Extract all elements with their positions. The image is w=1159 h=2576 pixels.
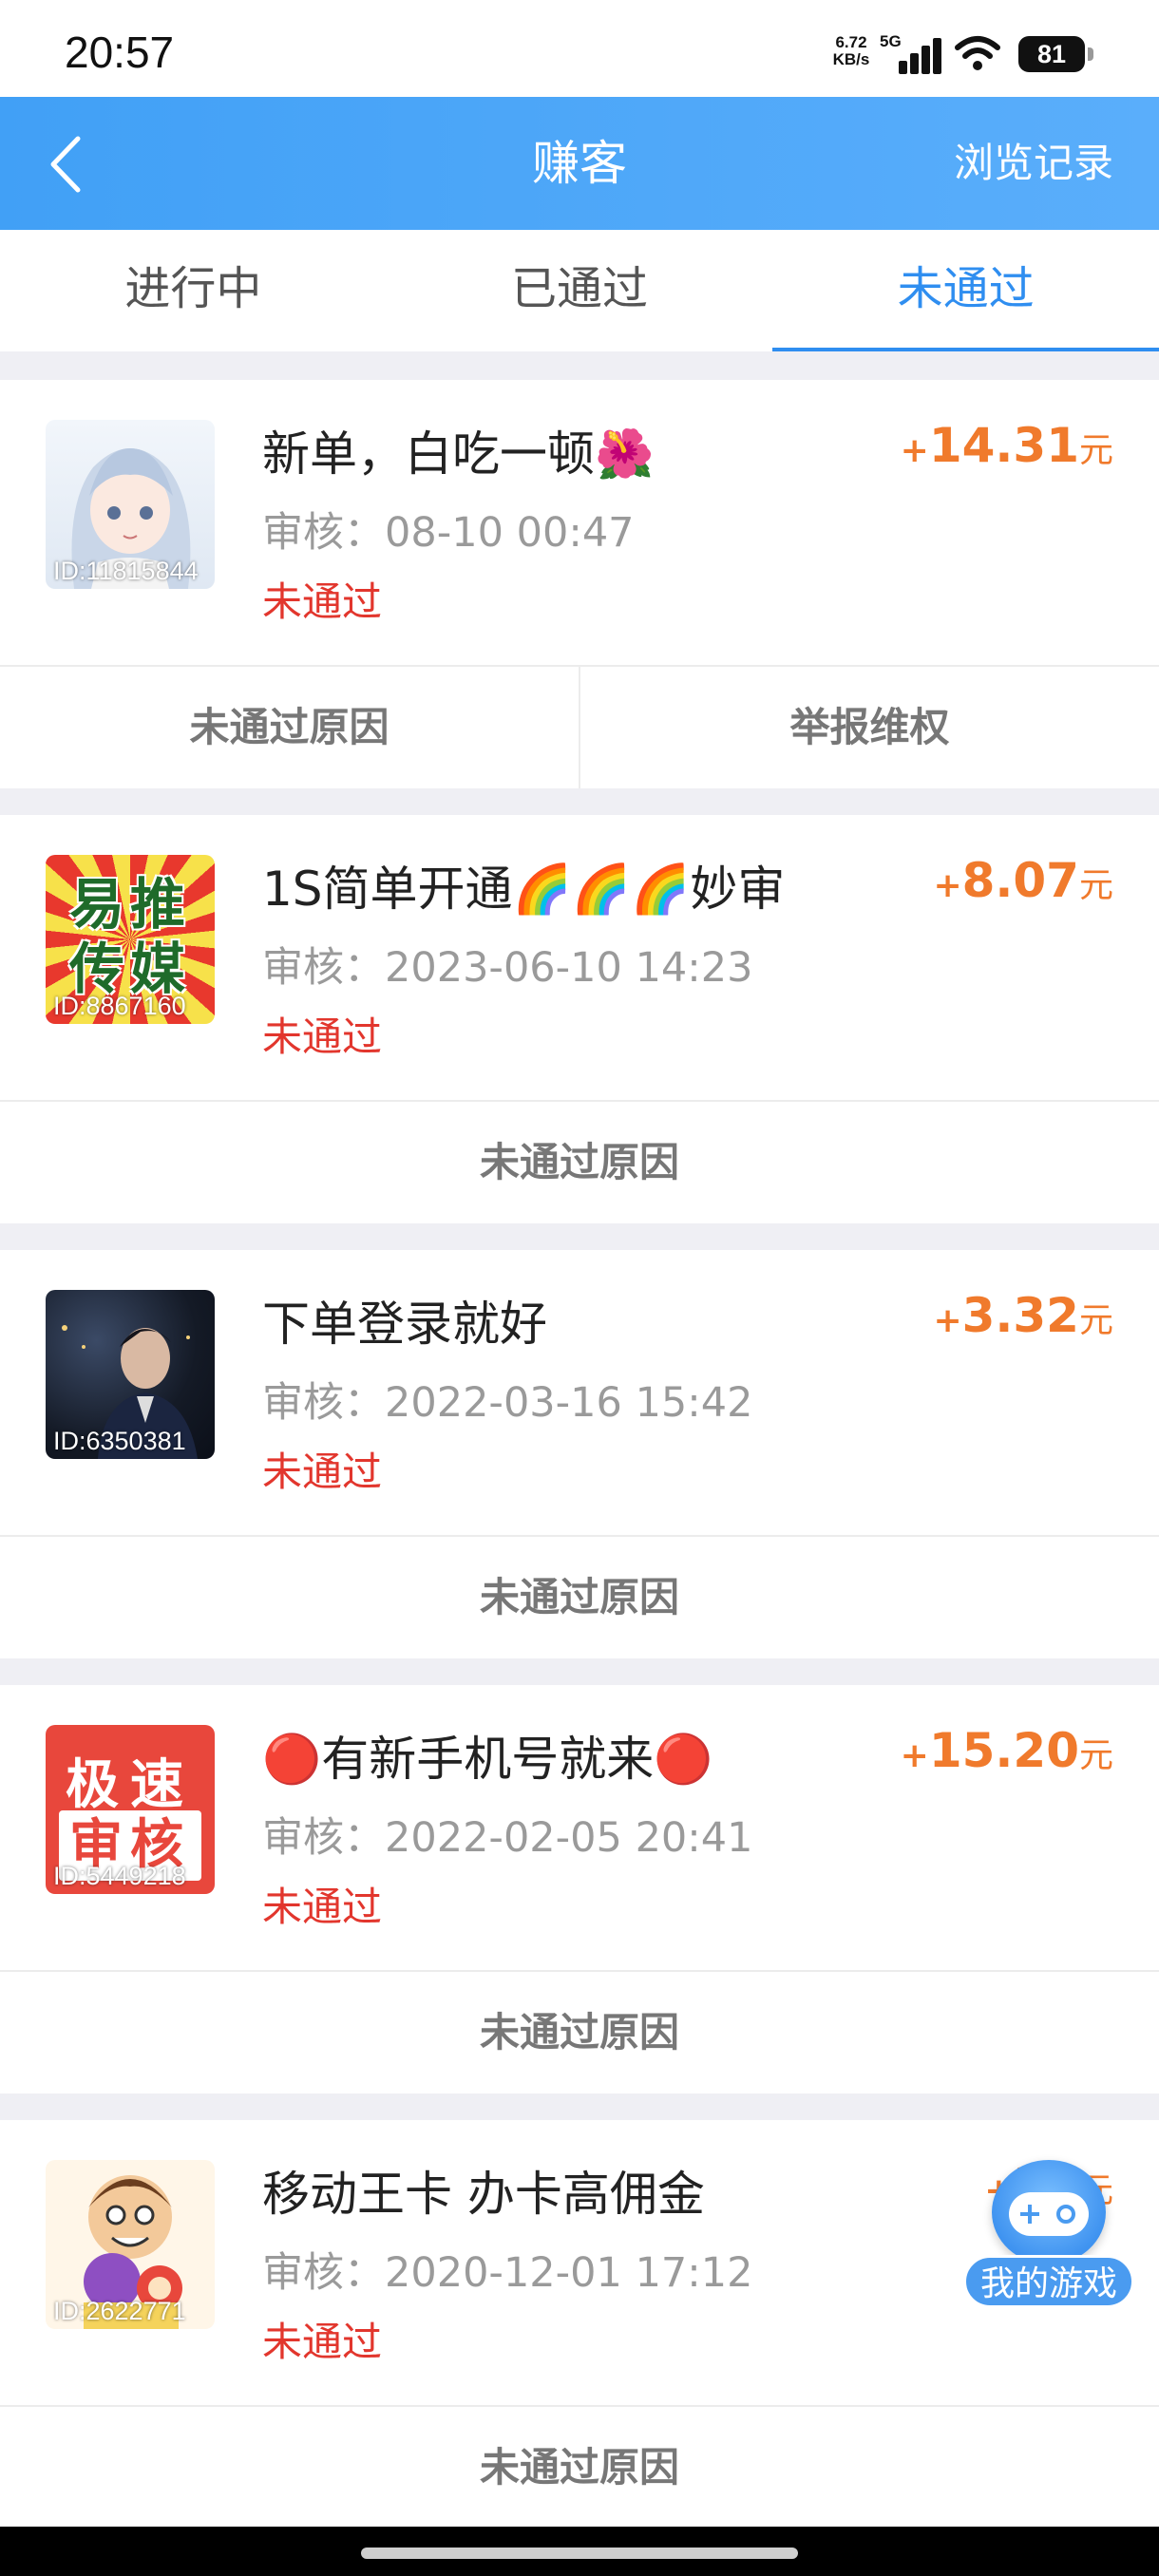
review-time: 审核：08-10 00:47 xyxy=(262,509,635,557)
task-avatar: ID:11815844 xyxy=(46,420,215,589)
task-actions: 未通过原因 xyxy=(0,1535,1159,1658)
status-time: 20:57 xyxy=(65,28,175,77)
browse-history-button[interactable]: 浏览记录 xyxy=(954,97,1113,230)
task-avatar: 易推传媒 ID:8867160 xyxy=(46,855,215,1024)
my-games-float-button[interactable]: 我的游戏 xyxy=(963,2160,1134,2312)
rejection-reason-button[interactable]: 未通过原因 xyxy=(0,667,579,788)
status-label: 未通过 xyxy=(262,1449,383,1495)
report-button[interactable]: 举报维权 xyxy=(579,667,1159,788)
reward-amount: +3.32元 xyxy=(933,1288,1113,1343)
task-id-label: ID:2622771 xyxy=(53,2297,186,2325)
task-id-label: ID:8867160 xyxy=(53,992,186,1020)
avatar-text: 易推传媒 xyxy=(68,872,191,1001)
task-actions: 未通过原因 举报维权 xyxy=(0,665,1159,788)
system-nav-bar xyxy=(0,2527,1159,2576)
task-id-label: ID:11815844 xyxy=(53,557,199,585)
task-card-body[interactable]: 极速 审核 ID:5449218 🔴有新手机号就来🔴 审核：2022-02-05… xyxy=(0,1685,1159,1970)
review-time: 审核：2020-12-01 17:12 xyxy=(262,2249,753,2297)
my-games-label: 我的游戏 xyxy=(963,2255,1134,2308)
status-tabs: 进行中 已通过 未通过 xyxy=(0,230,1159,351)
task-id-label: ID:6350381 xyxy=(53,1427,186,1455)
wifi-icon xyxy=(955,36,1000,70)
task-title: 1S简单开通🌈🌈🌈妙审 xyxy=(262,862,786,917)
review-time: 审核：2023-06-10 14:23 xyxy=(262,944,753,992)
back-arrow-icon[interactable] xyxy=(42,131,89,198)
status-label: 未通过 xyxy=(262,1013,383,1060)
tab-in-progress[interactable]: 进行中 xyxy=(0,230,387,351)
task-actions: 未通过原因 xyxy=(0,1100,1159,1223)
reward-amount: +15.20元 xyxy=(900,1723,1113,1778)
task-actions: 未通过原因 xyxy=(0,1970,1159,2093)
review-time: 审核：2022-03-16 15:42 xyxy=(262,1379,753,1427)
task-title: 新单，白吃一顿🌺 xyxy=(262,426,655,482)
status-label: 未通过 xyxy=(262,1884,383,1930)
battery-level: 81 xyxy=(1018,36,1085,72)
gamepad-icon xyxy=(992,2160,1106,2264)
signal-icon xyxy=(899,38,941,74)
rejection-reason-button[interactable]: 未通过原因 xyxy=(0,1537,1159,1658)
network-speed: 6.72 KB/s xyxy=(832,33,870,68)
nav-bar: 赚客 浏览记录 xyxy=(0,97,1159,230)
task-id-label: ID:5449218 xyxy=(53,1862,186,1890)
tab-rejected[interactable]: 未通过 xyxy=(772,230,1159,351)
task-avatar: ID:2622771 xyxy=(46,2160,215,2329)
task-actions: 未通过原因 xyxy=(0,2405,1159,2529)
reward-amount: +14.31元 xyxy=(900,418,1113,473)
task-card: 极速 审核 ID:5449218 🔴有新手机号就来🔴 审核：2022-02-05… xyxy=(0,1685,1159,2093)
task-card: 易推传媒 ID:8867160 1S简单开通🌈🌈🌈妙审 审核：2023-06-1… xyxy=(0,815,1159,1223)
task-avatar: 极速 审核 ID:5449218 xyxy=(46,1725,215,1894)
tab-approved[interactable]: 已通过 xyxy=(387,230,773,351)
status-bar: 20:57 6.72 KB/s 5G 81 xyxy=(0,0,1159,97)
reward-amount: +8.07元 xyxy=(933,853,1113,908)
status-label: 未通过 xyxy=(262,2319,383,2365)
task-card-body[interactable]: ID:6350381 下单登录就好 审核：2022-03-16 15:42 未通… xyxy=(0,1250,1159,1535)
task-card-body[interactable]: 易推传媒 ID:8867160 1S简单开通🌈🌈🌈妙审 审核：2023-06-1… xyxy=(0,815,1159,1100)
avatar-text-top: 极速 xyxy=(66,1754,195,1816)
home-indicator[interactable] xyxy=(361,2548,798,2559)
task-title: 移动王卡 办卡高佣金 xyxy=(262,2167,705,2222)
rejection-reason-button[interactable]: 未通过原因 xyxy=(0,2407,1159,2529)
battery-icon: 81 xyxy=(1018,36,1094,72)
review-time: 审核：2022-02-05 20:41 xyxy=(262,1814,753,1862)
rejection-reason-button[interactable]: 未通过原因 xyxy=(0,1102,1159,1223)
task-card-body[interactable]: ID:11815844 新单，白吃一顿🌺 审核：08-10 00:47 未通过 … xyxy=(0,380,1159,665)
task-avatar: ID:6350381 xyxy=(46,1290,215,1459)
status-label: 未通过 xyxy=(262,578,383,625)
task-title: 🔴有新手机号就来🔴 xyxy=(262,1732,713,1787)
rejection-reason-button[interactable]: 未通过原因 xyxy=(0,1972,1159,2093)
task-title: 下单登录就好 xyxy=(262,1297,547,1352)
task-card: ID:11815844 新单，白吃一顿🌺 审核：08-10 00:47 未通过 … xyxy=(0,380,1159,788)
task-card: ID:6350381 下单登录就好 审核：2022-03-16 15:42 未通… xyxy=(0,1250,1159,1658)
